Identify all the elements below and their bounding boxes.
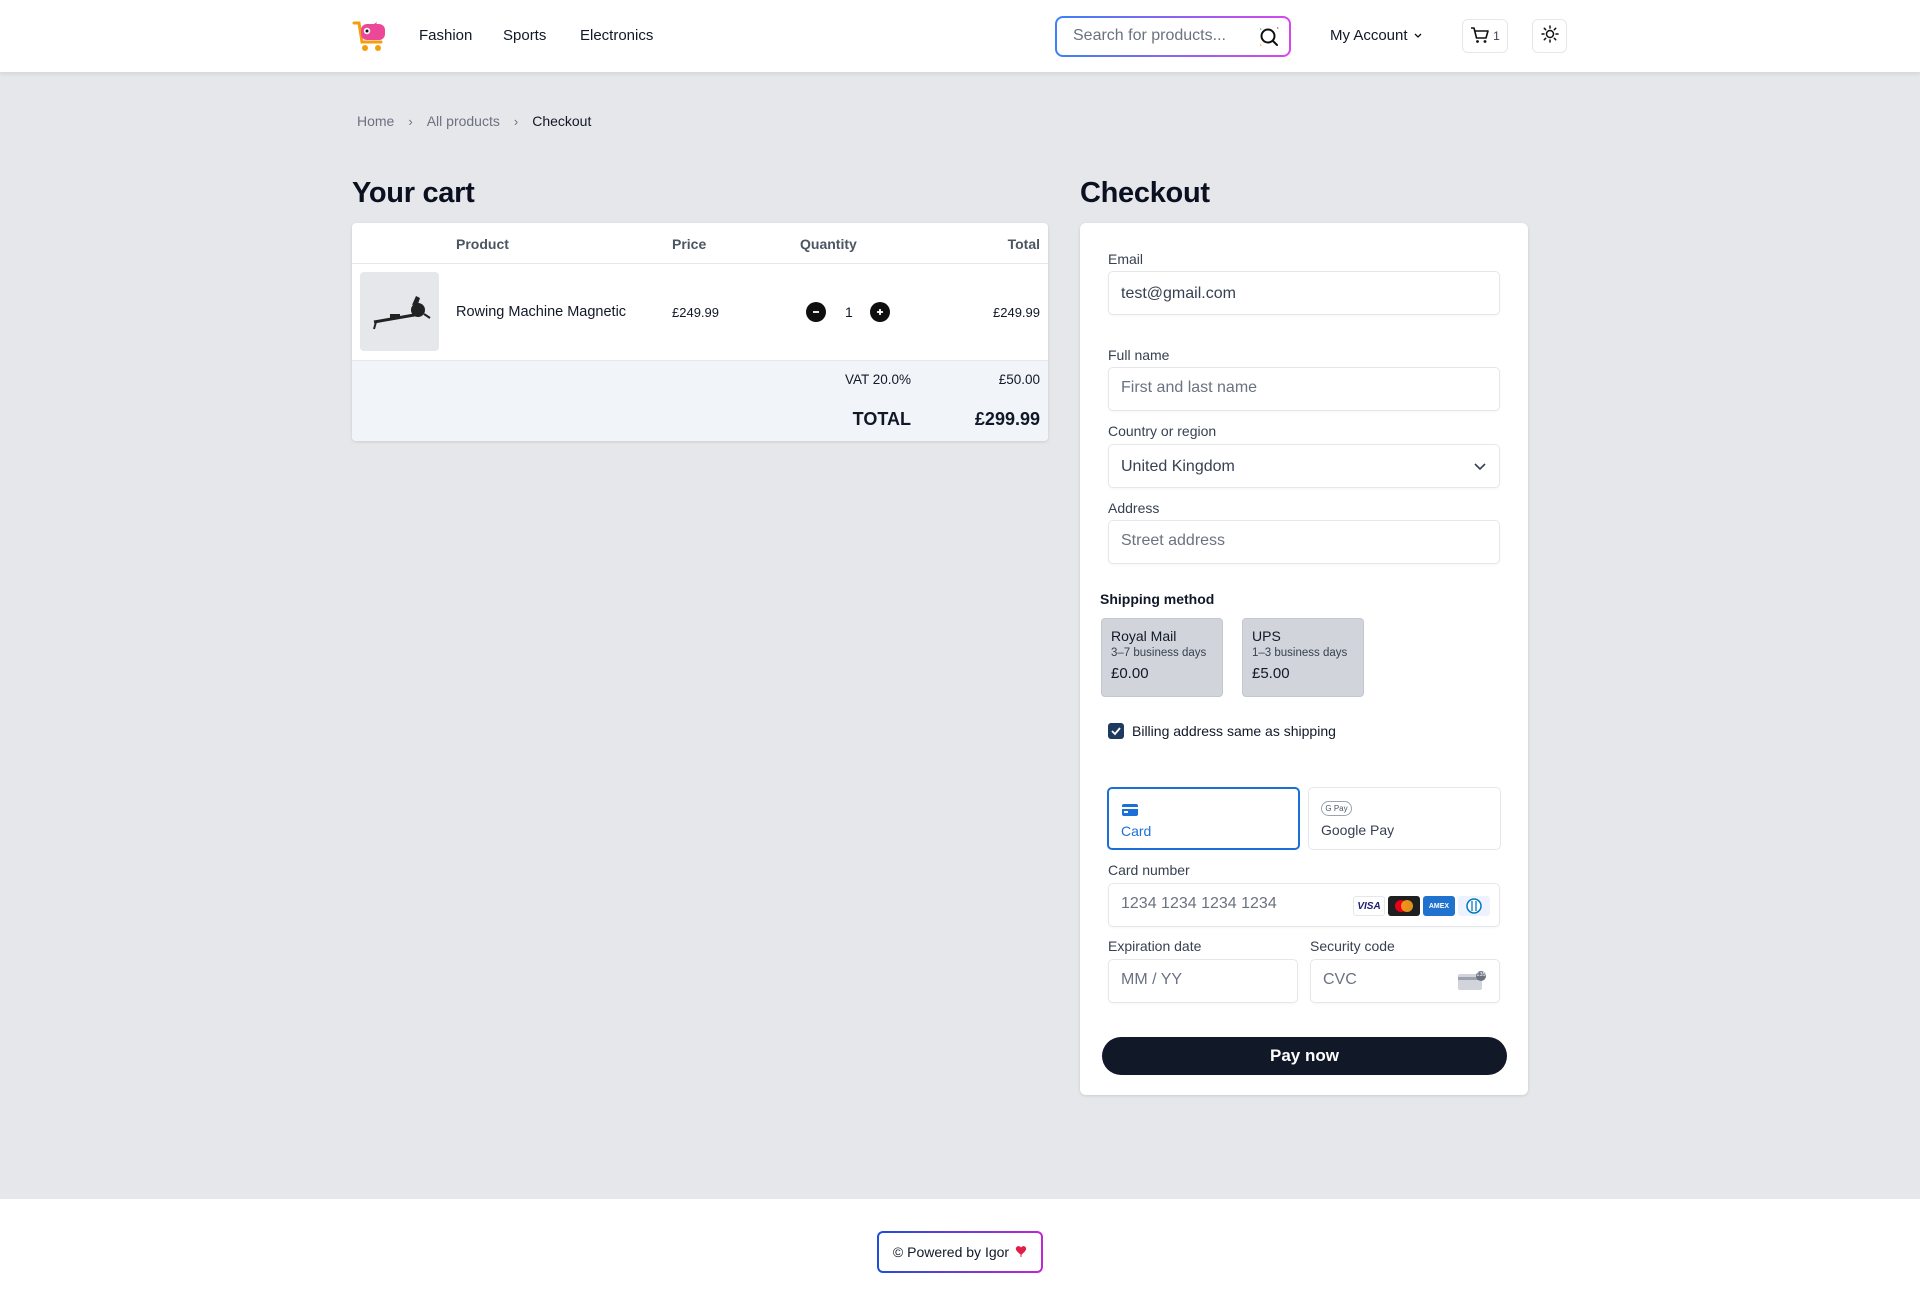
checkout-title: Checkout xyxy=(1080,177,1210,209)
card-number-input[interactable] xyxy=(1121,895,1341,913)
heart-icon xyxy=(1015,1244,1027,1260)
chevron-right-icon: › xyxy=(408,113,413,129)
total-value: £299.99 xyxy=(974,409,1040,429)
vat-value: £50.00 xyxy=(998,372,1040,387)
amex-icon: AMEX xyxy=(1423,896,1455,916)
security-code-label: Security code xyxy=(1310,938,1395,954)
column-header-quantity: Quantity xyxy=(800,236,857,252)
my-account-menu[interactable]: My Account xyxy=(1330,27,1423,44)
country-value: United Kingdom xyxy=(1121,458,1235,475)
product-image[interactable] xyxy=(360,272,439,351)
mastercard-icon xyxy=(1388,896,1420,916)
cart-count: 1 xyxy=(1493,29,1500,43)
google-pay-icon: G Pay xyxy=(1321,801,1352,816)
quantity-value: 1 xyxy=(845,304,853,320)
my-account-label: My Account xyxy=(1330,27,1408,44)
credit-card-icon xyxy=(1121,803,1139,822)
shipping-option-name: UPS xyxy=(1252,628,1281,644)
nav-link-electronics[interactable]: Electronics xyxy=(580,27,653,44)
breadcrumb-home[interactable]: Home xyxy=(357,113,394,129)
nav-link-fashion[interactable]: Fashion xyxy=(419,27,472,44)
powered-by-text: © Powered by Igor xyxy=(892,1244,1010,1260)
billing-same-label: Billing address same as shipping xyxy=(1132,723,1336,739)
column-header-price: Price xyxy=(672,236,707,252)
shipping-option-price: £5.00 xyxy=(1252,665,1290,682)
decrease-quantity-button[interactable] xyxy=(806,302,826,322)
chevron-down-icon xyxy=(1473,459,1487,477)
chevron-right-icon: › xyxy=(513,113,519,129)
security-code-input[interactable] xyxy=(1323,971,1433,989)
cart-icon xyxy=(1470,26,1490,47)
shipping-option-name: Royal Mail xyxy=(1111,628,1177,644)
checkout-form: Email test@gmail.com Full name Country o… xyxy=(1080,223,1528,1095)
chevron-down-icon xyxy=(1413,27,1423,44)
product-name[interactable]: Rowing Machine Magnetic xyxy=(456,304,626,320)
column-header-total: Total xyxy=(1007,236,1040,252)
theme-toggle-button[interactable] xyxy=(1532,19,1567,53)
breadcrumb-current: Checkout xyxy=(532,113,592,129)
shipping-option-ups[interactable]: UPS 1–3 business days £5.00 xyxy=(1242,618,1364,697)
address-field[interactable] xyxy=(1108,520,1500,564)
diners-club-icon xyxy=(1458,896,1490,916)
cart-button[interactable]: 1 xyxy=(1462,19,1508,53)
shipping-option-royal-mail[interactable]: Royal Mail 3–7 business days £0.00 xyxy=(1101,618,1223,697)
shipping-option-days: 1–3 business days xyxy=(1252,647,1348,659)
full-name-label: Full name xyxy=(1108,347,1170,363)
vat-label: VAT 20.0% xyxy=(844,372,911,387)
nav-link-sports[interactable]: Sports xyxy=(503,27,546,44)
cart-title: Your cart xyxy=(352,177,475,209)
breadcrumb: Home › All products › Checkout xyxy=(357,113,591,129)
payment-tab-label: Card xyxy=(1121,823,1152,839)
card-number-label: Card number xyxy=(1108,862,1190,878)
total-label: TOTAL xyxy=(852,409,911,429)
security-code-field[interactable]: 135 xyxy=(1310,959,1500,1003)
expiration-date-label: Expiration date xyxy=(1108,938,1202,954)
shipping-method-label: Shipping method xyxy=(1100,591,1215,607)
visa-icon: VISA xyxy=(1353,896,1385,916)
footer: © Powered by Igor xyxy=(0,1199,1920,1305)
product-price: £249.99 xyxy=(672,305,719,320)
cvc-card-icon: 135 xyxy=(1457,971,1487,991)
billing-same-checkbox[interactable] xyxy=(1108,723,1124,739)
address-input[interactable] xyxy=(1121,532,1433,550)
shipping-option-days: 3–7 business days xyxy=(1111,647,1207,659)
column-header-product: Product xyxy=(456,236,509,252)
email-value: test@gmail.com xyxy=(1121,285,1236,302)
full-name-input[interactable] xyxy=(1121,379,1433,397)
line-total: £249.99 xyxy=(993,305,1040,320)
payment-tab-google-pay[interactable]: G Pay Google Pay xyxy=(1308,787,1501,850)
payment-tab-card[interactable]: Card xyxy=(1107,787,1300,850)
sun-icon xyxy=(1540,24,1559,48)
cart-table: Product Price Quantity Total Rowing Mach… xyxy=(352,223,1048,441)
search-icon[interactable] xyxy=(1257,25,1281,49)
increase-quantity-button[interactable] xyxy=(870,302,890,322)
store-logo-icon[interactable] xyxy=(351,18,389,54)
search-box xyxy=(1055,16,1291,57)
powered-by-badge[interactable]: © Powered by Igor xyxy=(877,1231,1043,1273)
search-input[interactable] xyxy=(1073,27,1243,45)
email-field[interactable]: test@gmail.com xyxy=(1108,271,1500,315)
card-number-field[interactable]: VISA AMEX xyxy=(1108,883,1500,927)
address-label: Address xyxy=(1108,500,1160,516)
country-select[interactable]: United Kingdom xyxy=(1108,444,1500,488)
breadcrumb-all-products[interactable]: All products xyxy=(427,113,500,129)
pay-now-button[interactable]: Pay now xyxy=(1102,1037,1507,1075)
cart-summary: VAT 20.0% £50.00 TOTAL £299.99 xyxy=(352,360,1048,441)
full-name-field[interactable] xyxy=(1108,367,1500,411)
country-label: Country or region xyxy=(1108,423,1217,439)
divider xyxy=(352,263,1048,264)
cvc-badge-text: 135 xyxy=(1476,972,1486,978)
shipping-option-price: £0.00 xyxy=(1111,665,1149,682)
expiration-date-input[interactable] xyxy=(1121,971,1272,989)
top-header: Fashion Sports Electronics My Account xyxy=(0,0,1920,72)
expiration-date-field[interactable] xyxy=(1108,959,1298,1003)
email-label: Email xyxy=(1108,251,1144,267)
payment-tab-label: Google Pay xyxy=(1321,822,1395,838)
